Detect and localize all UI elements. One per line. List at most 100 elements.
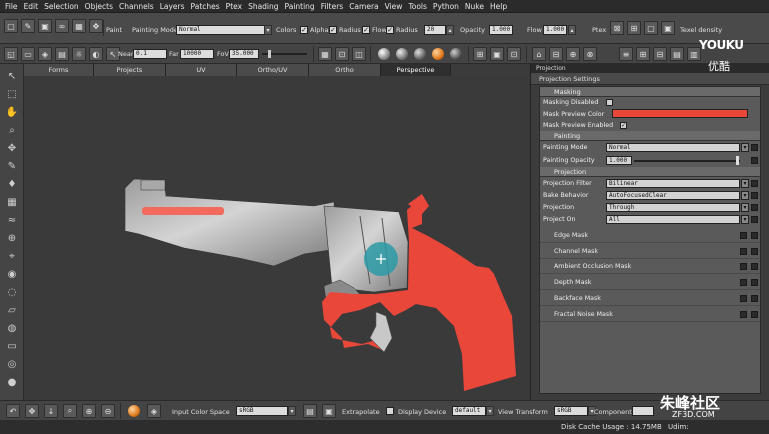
radius-input[interactable]: 20 (424, 25, 446, 35)
smear-icon[interactable]: ≈ (5, 214, 19, 228)
sphere-color-icon[interactable] (432, 48, 444, 60)
painting-opacity-handle[interactable] (736, 156, 739, 165)
chevron-down-icon[interactable]: ▾ (741, 203, 749, 212)
shelf-icon-3[interactable]: ⊕ (566, 47, 580, 61)
mask-toggle-icon[interactable] (740, 310, 747, 318)
tab-ortho-uv[interactable]: Ortho/UV (237, 64, 309, 76)
painting-mode-select[interactable]: Normal (606, 143, 740, 152)
sphere-shaded-icon[interactable] (378, 48, 390, 60)
chevron-down-icon[interactable]: ▾ (741, 215, 749, 224)
shelf-icon-8[interactable]: ▤ (670, 47, 684, 61)
move-icon[interactable]: ✥ (89, 19, 103, 33)
tab-forms[interactable]: Forms (24, 64, 94, 76)
shelf-icon-4[interactable]: ⊗ (583, 47, 597, 61)
shelf-icon-2[interactable]: ⊟ (549, 47, 563, 61)
mask-preview-enabled-checkbox[interactable]: ✓ (620, 122, 627, 129)
masking-disabled-checkbox[interactable] (606, 99, 613, 106)
section-projection[interactable]: Projection (540, 167, 760, 177)
layers-icon[interactable]: ◈ (147, 404, 161, 418)
blur-icon[interactable]: ◌ (5, 286, 19, 300)
ptex-frame-icon[interactable]: ▢ (644, 21, 658, 35)
menu-item-help[interactable]: Help (487, 2, 510, 11)
mask-toggle-icon[interactable] (740, 279, 747, 287)
menu-item-file[interactable]: File (2, 2, 21, 11)
screen-icon[interactable]: ▭ (21, 47, 35, 61)
eraser-icon[interactable]: ▱ (5, 304, 19, 318)
keyframe-icon[interactable] (751, 204, 758, 211)
menu-item-ptex[interactable]: Ptex (223, 2, 245, 11)
menu-item-channels[interactable]: Channels (116, 2, 157, 11)
menu-item-filters[interactable]: Filters (318, 2, 346, 11)
3d-viewport[interactable] (24, 76, 529, 400)
revolver-model[interactable] (24, 76, 529, 400)
gradient-icon[interactable]: ▭ (5, 340, 19, 354)
shelf-icon-1[interactable]: ⌂ (532, 47, 546, 61)
ptex-box-icon[interactable]: ⊠ (610, 21, 624, 35)
slider-icon[interactable]: ▴ (446, 25, 454, 35)
wire-icon[interactable]: ⊡ (335, 47, 349, 61)
mask-settings-icon[interactable] (751, 279, 758, 287)
sphere-lit-icon[interactable] (414, 48, 426, 60)
pointer-icon[interactable]: ↖ (5, 70, 19, 84)
frame-select-icon[interactable]: ▣ (490, 47, 504, 61)
drop-icon[interactable]: ♦ (5, 178, 19, 192)
mask-settings-icon[interactable] (751, 310, 758, 318)
keyframe-icon[interactable] (751, 157, 758, 164)
mask-row-backface-mask[interactable]: Backface Mask (540, 290, 760, 306)
fill-icon[interactable]: ◉ (5, 268, 19, 282)
extrapolate-checkbox[interactable] (386, 407, 394, 415)
texel-icon[interactable]: ▣ (661, 21, 675, 35)
far-input[interactable]: 10000 (180, 49, 214, 59)
menu-item-view[interactable]: View (382, 2, 406, 11)
burn-icon[interactable]: ● (5, 376, 19, 390)
menu-item-python[interactable]: Python (430, 2, 462, 11)
mask-settings-icon[interactable] (751, 294, 758, 302)
bounds-icon[interactable]: ◫ (352, 47, 366, 61)
menu-item-edit[interactable]: Edit (21, 2, 42, 11)
section-masking[interactable]: Masking (540, 87, 760, 97)
menu-item-objects[interactable]: Objects (82, 2, 116, 11)
select-icon[interactable]: ▣ (38, 19, 52, 33)
mask-preview-color-swatch[interactable] (612, 109, 748, 118)
opacity-input[interactable]: 1.000 (489, 25, 513, 35)
paint-sphere-icon[interactable] (128, 405, 140, 417)
alpha-checkbox[interactable]: ✓ (329, 26, 337, 34)
near-input[interactable]: 0.1 (133, 49, 167, 59)
view-transform-select[interactable]: sRGB (554, 406, 588, 416)
menu-item-patches[interactable]: Patches (188, 2, 223, 11)
menu-item-camera[interactable]: Camera (346, 2, 381, 11)
down-arrow-icon[interactable]: ↓ (44, 404, 58, 418)
frame-icon[interactable]: ⊡ (507, 47, 521, 61)
undo-icon[interactable]: ↶ (6, 404, 20, 418)
zoom-icon[interactable]: ⌕ (5, 124, 19, 138)
mask-settings-icon[interactable] (751, 232, 758, 239)
mask-settings-icon[interactable] (751, 263, 758, 271)
menu-item-shading[interactable]: Shading (245, 2, 281, 11)
display-device-select[interactable]: default (452, 406, 486, 416)
projection-select[interactable]: Through (606, 203, 740, 212)
tab-projects[interactable]: Projects (94, 64, 166, 76)
move-icon[interactable]: ✥ (25, 404, 39, 418)
mask-row-fractal-noise-mask[interactable]: Fractal Noise Mask (540, 306, 760, 322)
edit-icon[interactable]: ✎ (21, 19, 35, 33)
light-icon[interactable]: ☼ (72, 47, 86, 61)
new-icon[interactable]: ▢ (4, 19, 18, 33)
chevron-down-icon[interactable]: ▾ (264, 25, 272, 35)
chevron-down-icon[interactable]: ▾ (741, 179, 749, 188)
chevron-down-icon[interactable]: ▾ (741, 143, 749, 152)
keyframe-icon[interactable] (751, 180, 758, 187)
stamp-icon[interactable]: ▦ (5, 196, 19, 210)
cube-icon[interactable]: ◈ (38, 47, 52, 61)
menu-item-painting[interactable]: Painting (282, 2, 318, 11)
document-icon[interactable]: ▤ (303, 404, 317, 418)
menu-item-tools[interactable]: Tools (405, 2, 429, 11)
menu-item-selection[interactable]: Selection (41, 2, 82, 11)
zoom-in-icon[interactable]: ⊕ (82, 404, 96, 418)
mask-row-ambient-occlusion-mask[interactable]: Ambient Occlusion Mask (540, 259, 760, 275)
select-tool-icon[interactable]: ⬚ (5, 88, 19, 102)
tab-uv[interactable]: UV (166, 64, 237, 76)
flow-input[interactable]: 1.000 (543, 25, 567, 35)
shade-icon[interactable]: ◐ (89, 47, 103, 61)
paint-brush-icon[interactable]: ✎ (5, 160, 19, 174)
mask-toggle-icon[interactable] (740, 247, 747, 255)
